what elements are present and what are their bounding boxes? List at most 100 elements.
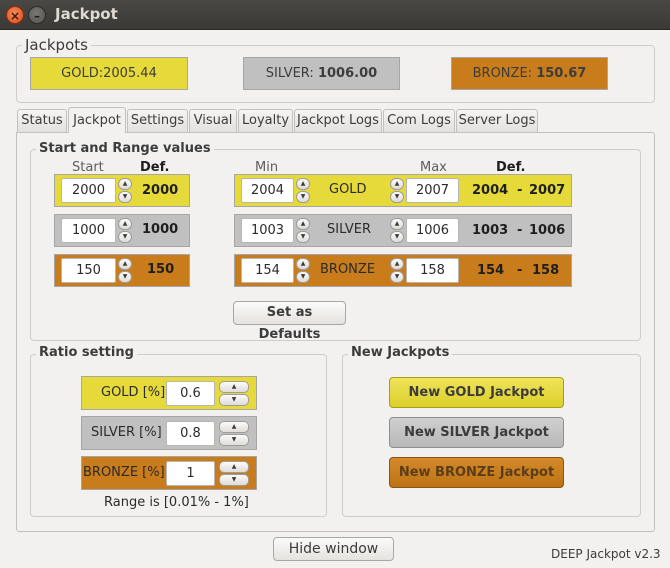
silver-max-down-icon[interactable]: ▼: [390, 231, 404, 243]
gold-max-down-icon[interactable]: ▼: [390, 191, 404, 203]
tab-loyalty[interactable]: Loyalty: [238, 109, 293, 132]
gold-min-down-icon[interactable]: ▼: [296, 191, 310, 203]
max-column-header: Max: [420, 160, 447, 175]
gold-start-input[interactable]: 2000: [61, 178, 116, 203]
silver-min-down-icon[interactable]: ▼: [296, 231, 310, 243]
tab-jackpot[interactable]: Jackpot: [68, 107, 126, 133]
gold-start-default: 2000: [142, 183, 179, 198]
bronze-range-label: BRONZE: [320, 262, 376, 277]
bronze-start-default: 150: [147, 262, 175, 277]
gold-max-stepper: ▲ ▼: [390, 178, 404, 203]
ratio-gold-up-icon[interactable]: ▲: [219, 381, 249, 393]
bronze-start-stepper: ▲ ▼: [118, 258, 132, 283]
ratio-silver-input[interactable]: 0.8: [166, 421, 215, 446]
silver-min-up-icon[interactable]: ▲: [296, 218, 310, 230]
title-bar: × – Jackpot: [0, 0, 670, 30]
start-def-column-header: Def.: [140, 160, 170, 175]
silver-max-up-icon[interactable]: ▲: [390, 218, 404, 230]
ratio-gold-input[interactable]: 0.6: [166, 381, 215, 406]
tab-settings[interactable]: Settings: [127, 109, 188, 132]
silver-start-stepper: ▲ ▼: [118, 218, 132, 243]
bronze-max-stepper: ▲ ▼: [390, 258, 404, 283]
new-bronze-jackpot-button[interactable]: New BRONZE Jackpot: [389, 457, 564, 488]
bronze-min-down-icon[interactable]: ▼: [296, 271, 310, 283]
bronze-max-down-icon[interactable]: ▼: [390, 271, 404, 283]
silver-min-stepper: ▲ ▼: [296, 218, 310, 243]
gold-range-label: GOLD: [329, 182, 367, 197]
gold-start-up-icon[interactable]: ▲: [118, 178, 132, 190]
tab-status[interactable]: Status: [17, 109, 67, 132]
silver-max-stepper: ▲ ▼: [390, 218, 404, 243]
silver-range-label: SILVER: [327, 222, 372, 237]
silver-start-input[interactable]: 1000: [61, 218, 116, 243]
start-range-frame-label: Start and Range values: [36, 141, 214, 156]
bronze-range-default-min: 154: [477, 263, 505, 278]
silver-range-default-max: 1006: [529, 223, 566, 238]
bronze-min-up-icon[interactable]: ▲: [296, 258, 310, 270]
gold-max-input[interactable]: 2007: [406, 178, 459, 203]
silver-jackpot-name: SILVER:: [265, 66, 314, 81]
silver-min-input[interactable]: 1003: [241, 218, 294, 243]
minimize-window-icon[interactable]: –: [28, 6, 46, 24]
ratio-bronze-down-icon[interactable]: ▼: [219, 474, 249, 486]
ratio-bronze-input[interactable]: 1: [166, 461, 215, 486]
ratio-silver-label: SILVER [%]: [91, 425, 162, 440]
range-def-column-header: Def.: [496, 160, 526, 175]
hide-window-button[interactable]: Hide window: [273, 537, 394, 561]
version-label: DEEP Jackpot v2.3: [551, 547, 661, 561]
tab-jackpot-logs[interactable]: Jackpot Logs: [294, 109, 382, 132]
silver-start-down-icon[interactable]: ▼: [118, 231, 132, 243]
silver-range-default-sep: -: [517, 223, 523, 238]
ratio-bronze-label: BRONZE [%]: [83, 465, 165, 480]
new-jackpots-frame-label: New Jackpots: [348, 345, 453, 360]
bronze-max-up-icon[interactable]: ▲: [390, 258, 404, 270]
gold-min-stepper: ▲ ▼: [296, 178, 310, 203]
bronze-min-stepper: ▲ ▼: [296, 258, 310, 283]
ratio-range-text: Range is [0.01% - 1%]: [104, 495, 249, 510]
new-silver-jackpot-button[interactable]: New SILVER Jackpot: [389, 417, 564, 448]
close-window-icon[interactable]: ×: [6, 6, 24, 24]
silver-jackpot-value: 1006.00: [317, 66, 378, 81]
bronze-range-default-max: 158: [532, 263, 560, 278]
gold-start-stepper: ▲ ▼: [118, 178, 132, 203]
start-column-header: Start: [72, 160, 104, 175]
ratio-bronze-up-icon[interactable]: ▲: [219, 461, 249, 473]
gold-min-up-icon[interactable]: ▲: [296, 178, 310, 190]
bronze-start-input[interactable]: 150: [61, 258, 116, 283]
set-as-defaults-button[interactable]: Set as Defaults: [233, 301, 346, 342]
gold-range-default-min: 2004: [472, 183, 509, 198]
silver-range-default-min: 1003: [472, 223, 509, 238]
gold-start-down-icon[interactable]: ▼: [118, 191, 132, 203]
bronze-max-input[interactable]: 158: [406, 258, 459, 283]
bronze-jackpot-display: BRONZE: 150.67: [451, 57, 608, 90]
tab-com-logs[interactable]: Com Logs: [383, 109, 455, 132]
silver-max-input[interactable]: 1006: [406, 218, 459, 243]
gold-jackpot-name: GOLD:: [61, 66, 104, 81]
bronze-start-down-icon[interactable]: ▼: [118, 271, 132, 283]
ratio-silver-up-icon[interactable]: ▲: [219, 421, 249, 433]
new-gold-jackpot-button[interactable]: New GOLD Jackpot: [389, 377, 564, 408]
bronze-start-up-icon[interactable]: ▲: [118, 258, 132, 270]
ratio-gold-down-icon[interactable]: ▼: [219, 394, 249, 406]
ratio-silver-down-icon[interactable]: ▼: [219, 434, 249, 446]
gold-min-input[interactable]: 2004: [241, 178, 294, 203]
gold-range-default-sep: -: [517, 183, 523, 198]
ratio-silver-stepper: ▲ ▼: [219, 421, 249, 446]
gold-jackpot-display: GOLD:2005.44: [30, 57, 188, 90]
ratio-gold-stepper: ▲ ▼: [219, 381, 249, 406]
bronze-jackpot-name: BRONZE:: [472, 66, 533, 81]
tab-server-logs[interactable]: Server Logs: [456, 109, 538, 132]
ratio-bronze-stepper: ▲ ▼: [219, 461, 249, 486]
silver-start-up-icon[interactable]: ▲: [118, 218, 132, 230]
min-column-header: Min: [255, 160, 279, 175]
silver-start-default: 1000: [142, 222, 179, 237]
gold-max-up-icon[interactable]: ▲: [390, 178, 404, 190]
tab-visual[interactable]: Visual: [189, 109, 237, 132]
window-title: Jackpot: [55, 5, 118, 23]
bronze-range-default-sep: -: [517, 263, 523, 278]
bronze-jackpot-value: 150.67: [536, 66, 587, 81]
bronze-min-input[interactable]: 154: [241, 258, 294, 283]
gold-jackpot-value: 2005.44: [103, 66, 157, 81]
ratio-gold-label: GOLD [%]: [101, 385, 166, 400]
ratio-frame-label: Ratio setting: [36, 345, 137, 360]
